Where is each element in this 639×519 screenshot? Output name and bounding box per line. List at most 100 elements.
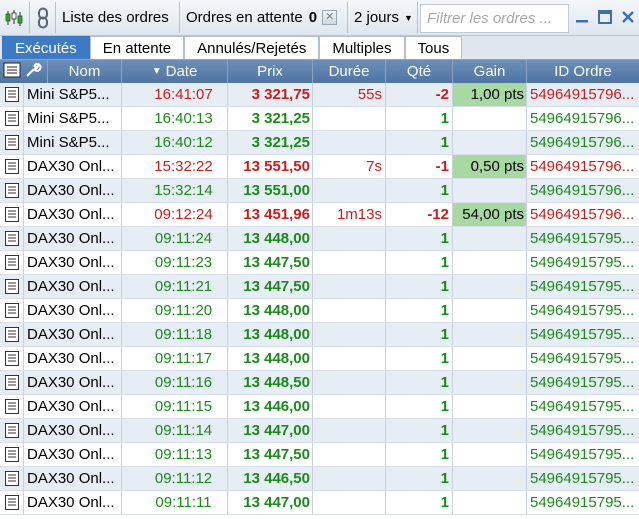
order-gain [453, 467, 527, 490]
order-quantity: 1 [386, 323, 453, 346]
order-detail-icon[interactable] [0, 179, 24, 202]
table-row[interactable]: DAX30 Onl... 09:11:14 13 447,00 1 5496491579… [0, 419, 639, 443]
order-detail-icon[interactable] [0, 107, 24, 130]
table-row[interactable]: DAX30 Onl... 09:11:13 13 447,50 1 5496491579… [0, 443, 639, 467]
table-row[interactable]: DAX30 Onl... 09:11:17 13 448,00 1 5496491579… [0, 347, 639, 371]
table-row[interactable]: DAX30 Onl... 15:32:14 13 551,00 1 5496491579… [0, 179, 639, 203]
maximize-icon[interactable] [594, 6, 615, 28]
order-detail-icon[interactable] [0, 491, 24, 514]
column-header-gain[interactable]: Gain [453, 60, 527, 83]
table-row[interactable]: Mini S&P5... 16:41:07 3 321,75 55s -2 1,00 pt… [0, 83, 639, 107]
tab-multiple[interactable]: Multiples [319, 36, 405, 59]
order-gain [453, 443, 527, 466]
tab-pending[interactable]: En attente [89, 36, 185, 59]
table-row[interactable]: DAX30 Onl... 09:11:24 13 448,00 1 5496491579… [0, 227, 639, 251]
order-id: 54964915795... [530, 446, 635, 463]
table-row[interactable]: DAX30 Onl... 09:11:12 13 446,50 1 5496491579… [0, 467, 639, 491]
order-detail-icon[interactable] [0, 371, 24, 394]
order-detail-icon[interactable] [0, 443, 24, 466]
order-price: 13 448,00 [228, 323, 313, 346]
instrument-name: DAX30 Onl... [24, 203, 122, 226]
order-id: 54964915795... [530, 230, 635, 247]
instrument-name: DAX30 Onl... [24, 275, 122, 298]
table-row[interactable]: Mini S&P5... 16:40:12 3 321,25 1 54964915796… [0, 131, 639, 155]
order-detail-icon[interactable] [0, 395, 24, 418]
order-id: 54964915795... [530, 470, 635, 487]
table-row[interactable]: DAX30 Onl... 09:12:24 13 451,96 1m13s -12 54,… [0, 203, 639, 227]
order-duration [313, 323, 386, 346]
order-id: 54964915795... [530, 302, 635, 319]
order-quantity: 1 [386, 227, 453, 250]
orders-table-body: Mini S&P5... 16:41:07 3 321,75 55s -2 1,00 pt… [0, 83, 639, 515]
order-quantity: 1 [386, 299, 453, 322]
order-time: 09:11:18 [122, 323, 228, 346]
order-detail-icon[interactable] [0, 467, 24, 490]
order-duration [313, 467, 386, 490]
order-price: 3 321,25 [228, 107, 313, 130]
order-gain [453, 131, 527, 154]
order-detail-icon[interactable] [0, 83, 24, 106]
filter-input[interactable]: Filtrer les ordres ... [420, 4, 569, 33]
order-quantity: -1 [386, 155, 453, 178]
table-row[interactable]: DAX30 Onl... 09:11:18 13 448,00 1 5496491579… [0, 323, 639, 347]
table-row[interactable]: DAX30 Onl... 09:11:15 13 446,00 1 5496491579… [0, 395, 639, 419]
tab-cancelled-rejected[interactable]: Annulés/Rejetés [184, 36, 320, 59]
tab-all[interactable]: Tous [404, 36, 463, 59]
order-detail-icon[interactable] [0, 155, 24, 178]
column-header-price[interactable]: Prix [228, 60, 313, 83]
clear-pending-icon[interactable]: ✕ [322, 10, 338, 25]
instrument-name: DAX30 Onl... [24, 251, 122, 274]
chart-icon-button[interactable] [0, 2, 30, 33]
order-detail-icon[interactable] [0, 419, 24, 442]
wrench-icon[interactable] [24, 61, 42, 83]
column-header-order-id[interactable]: ID Ordre [527, 60, 639, 83]
order-duration [313, 347, 386, 370]
order-id: 54964915796... [530, 206, 635, 223]
order-quantity: -2 [386, 83, 453, 106]
order-duration [313, 227, 386, 250]
order-duration: 55s [313, 83, 386, 106]
list-view-icon[interactable] [3, 62, 21, 82]
column-options-header[interactable] [0, 60, 48, 83]
order-gain [453, 275, 527, 298]
instrument-name: DAX30 Onl... [24, 419, 122, 442]
table-row[interactable]: DAX30 Onl... 09:11:23 13 447,50 1 5496491579… [0, 251, 639, 275]
link-button[interactable] [30, 2, 56, 33]
order-detail-icon[interactable] [0, 203, 24, 226]
order-list-button[interactable]: Liste des ordres [56, 2, 180, 33]
order-id: 54964915795... [530, 278, 635, 295]
tab-executed[interactable]: Exécutés [2, 36, 90, 59]
column-header-date[interactable]: ▼ Date [122, 60, 228, 83]
order-duration: 7s [313, 155, 386, 178]
period-value: 2 jours [354, 9, 400, 26]
table-header: Nom ▼ Date Prix Durée Qté Gain ID Ordre [0, 60, 639, 83]
order-detail-icon[interactable] [0, 251, 24, 274]
order-gain [453, 419, 527, 442]
order-detail-icon[interactable] [0, 347, 24, 370]
order-detail-icon[interactable] [0, 323, 24, 346]
order-detail-icon[interactable] [0, 131, 24, 154]
pending-orders-button[interactable]: Ordres en attente 0 ✕ [180, 2, 348, 33]
close-icon[interactable] [617, 6, 638, 28]
order-id: 54964915796... [530, 158, 635, 175]
column-header-duration[interactable]: Durée [313, 60, 386, 83]
order-id: 54964915795... [530, 422, 635, 439]
table-row[interactable]: DAX30 Onl... 09:11:11 13 447,00 1 5496491579… [0, 491, 639, 515]
table-row[interactable]: DAX30 Onl... 15:32:22 13 551,50 7s -1 0,50 pt… [0, 155, 639, 179]
column-header-quantity[interactable]: Qté [386, 60, 453, 83]
table-row[interactable]: DAX30 Onl... 09:11:16 13 448,50 1 5496491579… [0, 371, 639, 395]
order-detail-icon[interactable] [0, 299, 24, 322]
order-quantity: 1 [386, 419, 453, 442]
order-detail-icon[interactable] [0, 227, 24, 250]
table-row[interactable]: DAX30 Onl... 09:11:21 13 447,50 1 5496491579… [0, 275, 639, 299]
table-row[interactable]: Mini S&P5... 16:40:13 3 321,25 1 54964915796… [0, 107, 639, 131]
order-gain: 0,50 pts [453, 155, 527, 178]
table-row[interactable]: DAX30 Onl... 09:11:20 13 448,00 1 5496491579… [0, 299, 639, 323]
order-duration [313, 395, 386, 418]
column-header-name[interactable]: Nom [48, 60, 122, 83]
order-duration: 1m13s [313, 203, 386, 226]
period-dropdown[interactable]: 2 jours ▼ [348, 2, 418, 33]
order-detail-icon[interactable] [0, 275, 24, 298]
order-gain [453, 179, 527, 202]
minimize-icon[interactable] [571, 6, 592, 28]
